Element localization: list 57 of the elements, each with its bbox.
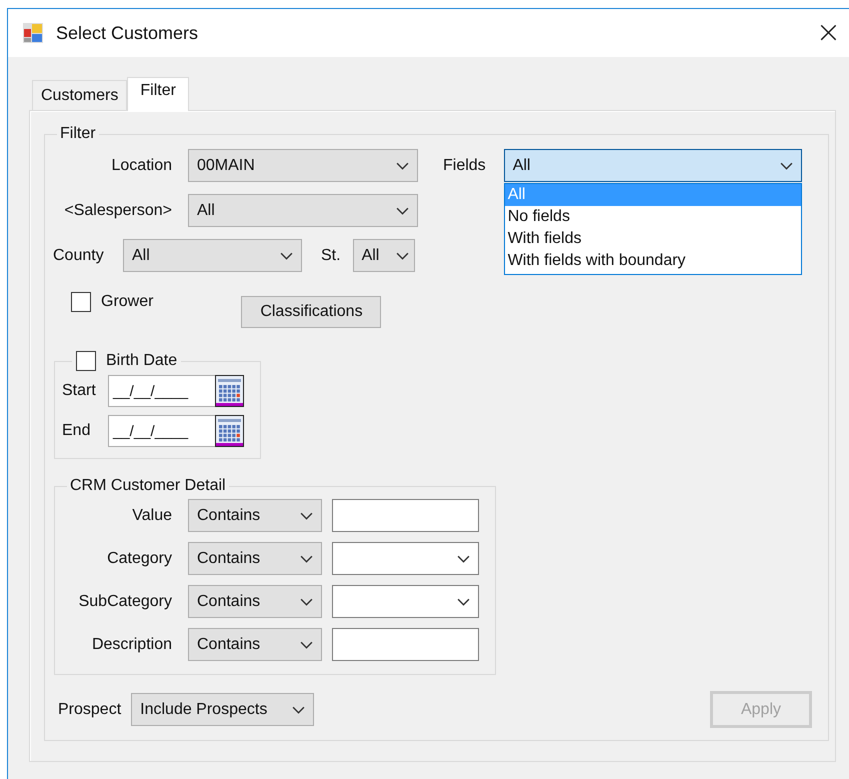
field-label: Value: [131, 506, 172, 524]
chevron-icon: [292, 706, 306, 714]
field-label: St.: [321, 246, 341, 264]
dropdown[interactable]: All: [188, 194, 418, 227]
group-title: CRM Customer Detail: [69, 477, 227, 495]
dropdown[interactable]: All: [504, 149, 802, 182]
chevron-icon: [300, 640, 313, 648]
field-label: Prospect: [58, 700, 122, 718]
dropdown[interactable]: Contains: [188, 628, 322, 661]
classifications-button[interactable]: Classifications: [241, 296, 382, 328]
dropdown[interactable]: [332, 542, 479, 575]
dropdown-option[interactable]: No fields: [504, 206, 801, 228]
dropdown[interactable]: Contains: [188, 585, 322, 618]
dropdown[interactable]: [332, 585, 479, 618]
input-field[interactable]: [332, 628, 479, 661]
date-field[interactable]: __/__/____: [108, 415, 218, 447]
chevron-icon: [396, 252, 409, 260]
tab[interactable]: Filter: [127, 77, 189, 111]
group-title: Filter: [59, 125, 97, 143]
chevron-icon: [457, 554, 470, 562]
checkbox-label: Grower: [101, 293, 154, 311]
chevron-icon: [457, 598, 470, 606]
dropdown-option[interactable]: With fields: [504, 228, 801, 250]
checkbox-label: Birth Date: [106, 352, 178, 370]
dropdown[interactable]: All: [352, 239, 415, 272]
dropdown-option[interactable]: With fields with boundary: [504, 250, 801, 272]
chevron-icon: [396, 206, 409, 214]
tab[interactable]: Customers: [32, 80, 128, 110]
close-button[interactable]: ×: [810, 19, 847, 47]
field-label: <Salesperson>: [63, 202, 172, 220]
dropdown[interactable]: Contains: [188, 499, 322, 532]
dropdown[interactable]: 00MAIN: [188, 149, 418, 182]
date-field[interactable]: __/__/____: [108, 375, 218, 407]
calendar-icon[interactable]: [215, 415, 244, 447]
chevron-icon: [300, 554, 313, 562]
chevron-icon: [280, 252, 293, 260]
field-label: County: [53, 246, 105, 264]
field-label: Fields: [443, 156, 486, 174]
chevron-icon: [396, 162, 409, 170]
field-label: Description: [90, 636, 172, 654]
dropdown[interactable]: Include Prospects: [131, 693, 314, 726]
checkbox[interactable]: [71, 292, 91, 312]
field-label: Start: [62, 382, 97, 400]
calendar-icon[interactable]: [215, 375, 244, 407]
field-label: SubCategory: [78, 592, 172, 610]
dropdown[interactable]: All: [123, 239, 302, 272]
app-icon: [22, 22, 44, 44]
field-label: End: [62, 422, 92, 440]
chevron-icon: [300, 598, 313, 606]
field-label: Location: [110, 156, 172, 174]
field-label: Category: [106, 550, 172, 568]
window-title: Select Customers: [56, 22, 198, 44]
checkbox[interactable]: [76, 351, 96, 371]
dropdown[interactable]: Contains: [188, 542, 322, 575]
chevron-icon: [780, 162, 793, 170]
input-field[interactable]: [332, 499, 479, 532]
chevron-icon: [300, 512, 313, 520]
